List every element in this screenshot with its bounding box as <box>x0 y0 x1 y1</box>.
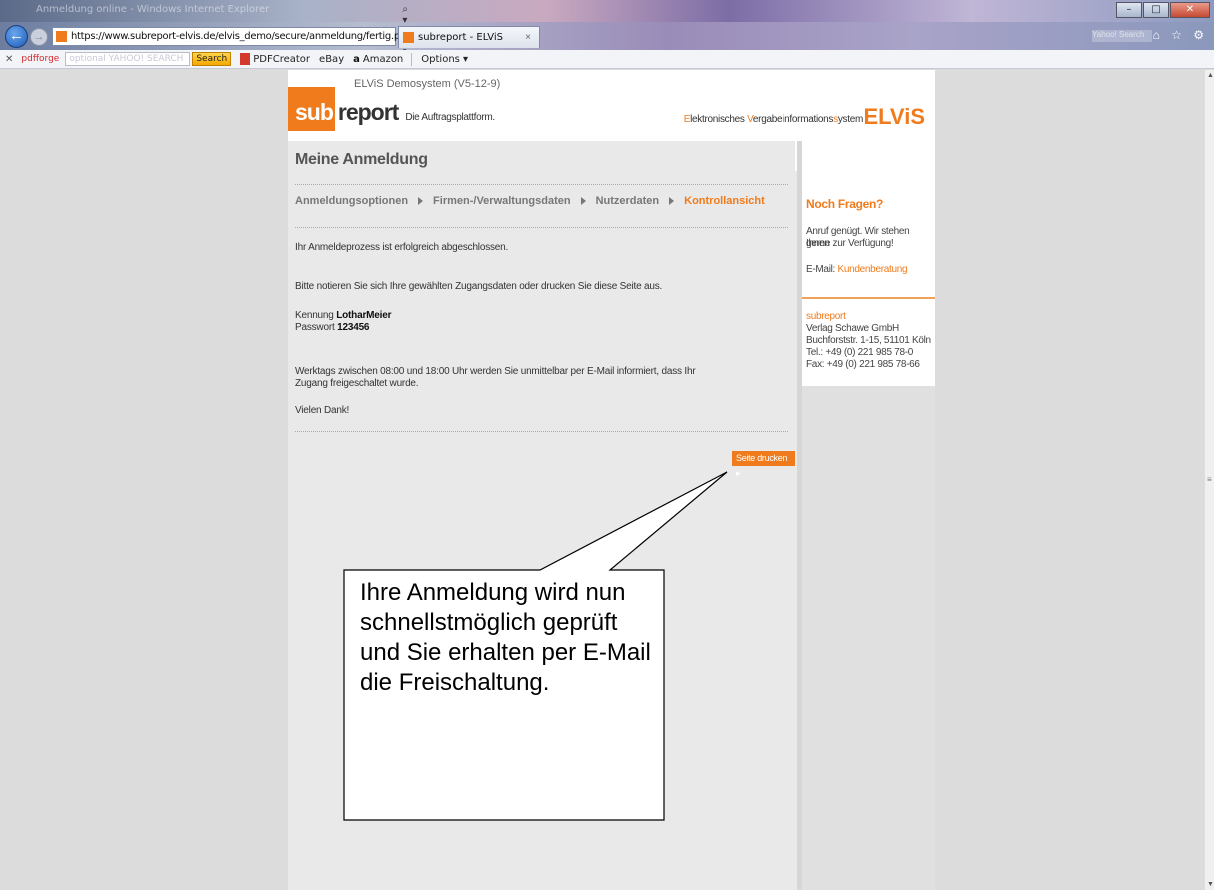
thanks-message: Vielen Dank! <box>295 405 350 416</box>
company-phone: Tel.: +49 (0) 221 985 78-0 <box>806 347 914 358</box>
ebay-label: eBay <box>319 53 345 65</box>
yahoo-search-button[interactable]: Search <box>192 52 232 66</box>
credentials-kennung: Kennung LotharMeier <box>295 310 392 321</box>
pdf-icon <box>240 53 251 65</box>
step-anmeldungsoptionen: Anmeldungsoptionen <box>295 195 409 207</box>
tab-subreport[interactable]: subreport - ELViS × <box>398 26 540 48</box>
page-scrollbar[interactable]: ▲ ≡ ▼ <box>1204 70 1214 890</box>
main-content: Meine Anmeldung Anmeldungsoptionen Firme… <box>288 141 795 890</box>
toolbar-divider <box>411 52 413 66</box>
scroll-down-icon[interactable]: ▼ <box>1207 881 1214 888</box>
sidebar-title: Noch Fragen? <box>806 197 884 211</box>
step-arrow-icon <box>580 197 586 205</box>
step-firmendaten: Firmen-/Verwaltungsdaten <box>433 195 571 207</box>
step-nutzerdaten: Nutzerdaten <box>595 195 660 207</box>
toolbar-close-icon[interactable]: ✕ <box>5 54 13 65</box>
address-bar[interactable]: https://www.subreport-elvis.de/elvis_dem… <box>52 4 415 70</box>
browser-search-hint[interactable]: Yahoo! Search <box>1092 30 1152 42</box>
close-window-button[interactable]: ✕ <box>1170 2 1210 18</box>
amazon-label: Amazon <box>362 53 404 65</box>
addon-toolbar: ✕ pdfforge optional YAHOO! SEARCH Search… <box>0 50 1214 69</box>
options-label: Options ▾ <box>421 53 469 65</box>
step-arrow-icon <box>418 197 424 205</box>
success-message: Ihr Anmeldeprozess ist erfolgreich abges… <box>295 242 509 253</box>
logo-report: report <box>337 99 399 125</box>
logo-sub: sub <box>288 87 335 131</box>
back-arrow-icon: ← <box>9 27 24 44</box>
window-titlebar: Anmeldung online - Windows Internet Expl… <box>0 0 1214 22</box>
yahoo-search-input[interactable]: optional YAHOO! SEARCH <box>65 52 191 66</box>
divider <box>295 184 788 185</box>
window-title: Anmeldung online - Windows Internet Expl… <box>36 4 270 15</box>
company-publisher: Verlag Schawe GmbH <box>806 323 899 334</box>
options-menu[interactable]: Options ▾ <box>421 54 468 65</box>
site-favicon-icon <box>56 31 67 42</box>
home-favorites-settings-icons[interactable]: ⌂ ☆ ⚙ <box>1153 28 1208 42</box>
maximize-button[interactable]: □ <box>1143 2 1169 18</box>
tab-favicon-icon <box>403 32 414 43</box>
web-page: ELViS Demosystem (V5-12-9) sub report Di… <box>288 70 935 890</box>
logo-tagline: Die Auftragsplattform. <box>405 112 495 123</box>
tab-close-icon[interactable]: × <box>525 32 531 43</box>
sidebar-email: E-Mail: Kundenberatung <box>806 264 908 275</box>
elvis-full-name: Elektronisches Vergabeinformationssystem <box>683 114 864 125</box>
pdfcreator-button[interactable]: PDFCreator <box>240 53 310 65</box>
divider <box>295 431 788 432</box>
scroll-up-icon[interactable]: ▲ <box>1207 72 1214 79</box>
step-arrow-icon <box>669 197 675 205</box>
forward-button[interactable]: → <box>30 28 48 46</box>
divider <box>295 227 788 228</box>
scroll-grip-icon[interactable]: ≡ <box>1207 475 1212 484</box>
credentials-passwort: Passwort 123456 <box>295 322 370 333</box>
company-address: Buchforststr. 1-15, 51101 Köln <box>806 335 931 346</box>
step-kontrollansicht: Kontrollansicht <box>684 195 765 207</box>
contact-box: Noch Fragen? Anruf genügt. Wir stehen Ih… <box>802 141 935 386</box>
tab-label: subreport - ELViS <box>418 32 503 43</box>
navigation-bar: ← → https://www.subreport-elvis.de/elvis… <box>0 4 1214 70</box>
amazon-icon: a <box>353 53 360 65</box>
forward-arrow-icon: → <box>33 31 45 43</box>
note-message: Bitte notieren Sie sich Ihre gewählten Z… <box>295 281 663 292</box>
address-url[interactable]: https://www.subreport-elvis.de/elvis_dem… <box>71 31 403 42</box>
company-fax: Fax: +49 (0) 221 985 78-66 <box>806 359 920 370</box>
progress-steps: Anmeldungsoptionen Firmen-/Verwaltungsda… <box>295 195 765 207</box>
elvis-logo[interactable]: ELViS <box>863 104 925 130</box>
pdfcreator-label: PDFCreator <box>253 53 311 65</box>
back-button[interactable]: ← <box>5 25 28 48</box>
weekday-info-line2: Zugang freigeschaltet wurde. <box>295 378 419 389</box>
weekday-info-line1: Werktags zwischen 08:00 und 18:00 Uhr we… <box>295 366 696 377</box>
sidebar-divider <box>802 297 935 299</box>
sidebar-text-2: gerne zur Verfügung! <box>806 238 894 249</box>
window-controls: – □ ✕ <box>1116 2 1210 18</box>
ebay-link[interactable]: eBay <box>319 54 344 65</box>
page-title: Meine Anmeldung <box>295 151 428 168</box>
company-name: subreport <box>806 311 846 322</box>
kundenberatung-link[interactable]: Kundenberatung <box>838 264 908 275</box>
pdfforge-logo[interactable]: pdfforge <box>21 54 59 64</box>
amazon-link[interactable]: a Amazon <box>353 54 403 65</box>
sidebar: Noch Fragen? Anruf genügt. Wir stehen Ih… <box>802 141 935 890</box>
callout-text: Ihre Anmeldung wird nun schnellstmöglich… <box>360 579 651 696</box>
minimize-button[interactable]: – <box>1116 2 1142 18</box>
print-page-button[interactable]: Seite drucken ▸ <box>732 451 795 478</box>
subreport-logo[interactable]: sub report Die Auftragsplattform. <box>288 87 495 131</box>
